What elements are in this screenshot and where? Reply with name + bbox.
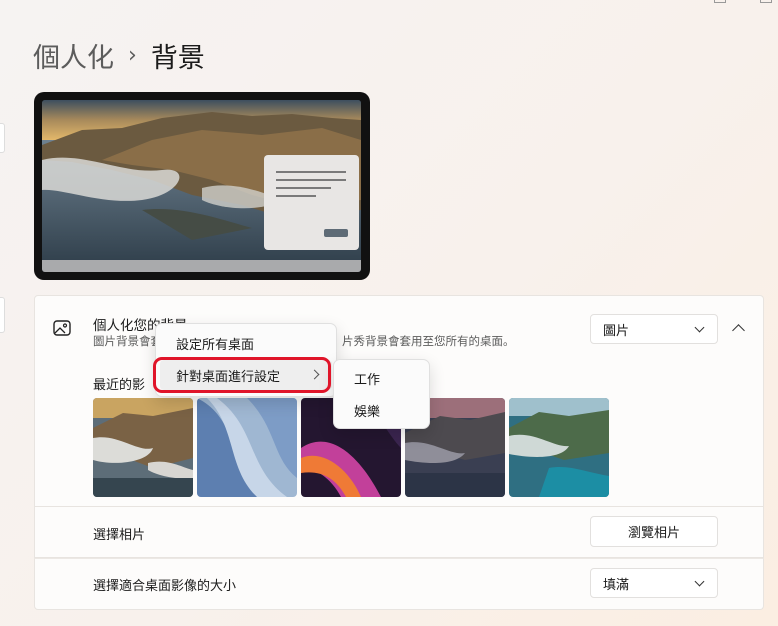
fit-value: 填滿 — [603, 577, 630, 593]
breadcrumb-separator: › — [128, 43, 137, 68]
wallpaper-preview — [42, 100, 361, 272]
submenu-item-entertainment[interactable]: 娛樂 — [338, 395, 425, 425]
recent-images-label: 最近的影 — [93, 378, 146, 393]
menu-item-label: 針對桌面進行設定 — [176, 369, 281, 385]
chevron-up-icon[interactable] — [732, 324, 745, 337]
submenu-item-label: 工作 — [354, 372, 381, 388]
breadcrumb-parent[interactable]: 個人化 — [33, 36, 114, 75]
menu-item-set-per-desktop[interactable]: 針對桌面進行設定 — [160, 360, 332, 390]
close-icon[interactable] — [760, 0, 772, 3]
background-type-value: 圖片 — [603, 323, 630, 339]
choose-photo-label: 選擇相片 — [93, 528, 146, 543]
preview-window — [264, 155, 359, 250]
desktop-submenu: 工作 娛樂 — [333, 359, 430, 429]
preview-taskbar — [42, 260, 361, 272]
breadcrumb: 個人化 › 背景 — [33, 36, 205, 75]
chevron-down-icon — [694, 576, 705, 587]
menu-item-label: 設定所有桌面 — [176, 337, 255, 353]
background-description-tail: 片秀背景會套用至您所有的桌面。 — [342, 334, 515, 348]
nav-pane-edge-selected — [0, 297, 5, 333]
browse-photos-button[interactable]: 瀏覽相片 — [590, 516, 718, 547]
fit-label: 選擇適合桌面影像的大小 — [93, 579, 237, 594]
restore-icon[interactable] — [714, 0, 726, 3]
chevron-right-icon — [309, 369, 320, 380]
page-title: 背景 — [150, 43, 205, 74]
picture-icon — [53, 320, 71, 336]
submenu-item-label: 娛樂 — [354, 404, 381, 420]
background-type-dropdown[interactable]: 圖片 — [590, 314, 718, 344]
background-description: 圖片背景會套 — [93, 334, 162, 348]
fit-row: 選擇適合桌面影像的大小 填滿 — [34, 558, 764, 610]
submenu-item-work[interactable]: 工作 — [338, 363, 425, 393]
menu-item-set-all-desktops[interactable]: 設定所有桌面 — [160, 328, 332, 358]
nav-pane-edge — [0, 123, 5, 153]
recent-image-1[interactable] — [93, 398, 193, 497]
context-menu: 設定所有桌面 針對桌面進行設定 — [155, 323, 337, 397]
fit-dropdown[interactable]: 填滿 — [590, 568, 718, 598]
choose-photo-row: 選擇相片 瀏覽相片 — [34, 507, 764, 558]
recent-image-5[interactable] — [509, 398, 609, 497]
desktop-preview — [34, 92, 370, 280]
chevron-down-icon — [694, 322, 705, 333]
recent-image-2[interactable] — [197, 398, 297, 497]
